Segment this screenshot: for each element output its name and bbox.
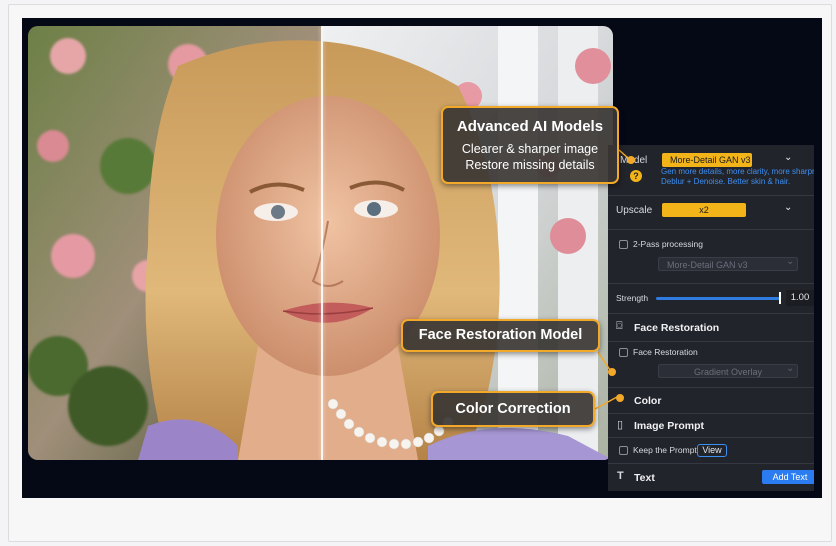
- ai-models-line2: Restore missing details: [465, 158, 595, 172]
- two-pass-checkbox[interactable]: [619, 240, 628, 249]
- face-restoration-callout: Face Restoration Model: [401, 319, 600, 352]
- divider: [608, 283, 814, 284]
- model-select[interactable]: More-Detail GAN v3: [662, 153, 752, 167]
- face-restoration-header[interactable]: Face Restoration: [634, 322, 719, 334]
- view-button[interactable]: View: [697, 444, 727, 457]
- document-icon: ▯: [617, 419, 624, 431]
- upscale-label: Upscale: [616, 205, 653, 216]
- chevron-down-icon[interactable]: ⌄: [786, 363, 794, 374]
- color-correction-callout: Color Correction: [431, 391, 595, 427]
- chevron-down-icon[interactable]: ⌄: [786, 256, 794, 267]
- face-restoration-checkbox[interactable]: [619, 348, 628, 357]
- divider: [608, 387, 814, 388]
- divider: [608, 437, 814, 438]
- text-header[interactable]: Text: [634, 472, 655, 484]
- face-model-select[interactable]: Gradient Overlay: [658, 364, 798, 378]
- ai-models-line1: Clearer & sharper image: [461, 142, 599, 156]
- divider: [608, 341, 814, 342]
- text-icon: T: [617, 470, 624, 482]
- chevron-down-icon[interactable]: ⌄: [784, 202, 792, 213]
- color-header[interactable]: Color: [634, 395, 661, 407]
- model-hint-line1: Gen more details, more clarity, more sha…: [661, 167, 814, 176]
- callout-dot: [627, 156, 635, 164]
- help-icon[interactable]: ?: [630, 170, 642, 182]
- callout-dot: [616, 394, 624, 402]
- face-restoration-label: Face Restoration: [633, 347, 698, 357]
- divider: [608, 413, 814, 414]
- comparison-divider[interactable]: [321, 26, 323, 460]
- ai-models-title: Advanced AI Models: [456, 118, 604, 135]
- divider: [608, 229, 814, 230]
- chevron-down-icon[interactable]: ⌄: [784, 152, 792, 163]
- keep-prompt-label: Keep the Prompt: [633, 445, 697, 455]
- strength-label: Strength: [616, 293, 649, 303]
- image-prompt-header[interactable]: Image Prompt: [634, 420, 704, 432]
- strength-value[interactable]: 1.00: [786, 290, 814, 306]
- strength-slider-thumb[interactable]: [779, 292, 781, 304]
- keep-prompt-checkbox[interactable]: [619, 446, 628, 455]
- divider: [608, 195, 814, 196]
- add-text-button[interactable]: Add Text: [762, 470, 814, 484]
- model-hint-line2: Deblur + Denoise. Better skin & hair.: [661, 177, 791, 186]
- divider: [608, 463, 814, 464]
- face-scan-icon: ⌼: [616, 320, 623, 332]
- two-pass-label: 2-Pass processing: [633, 239, 703, 249]
- callout-dot: [608, 368, 616, 376]
- strength-slider[interactable]: [656, 297, 780, 300]
- model-hint: Gen more details, more clarity, more sha…: [661, 167, 814, 187]
- divider: [608, 313, 814, 314]
- ai-models-callout: Advanced AI Models Clearer & sharper ima…: [441, 106, 619, 184]
- two-pass-model-select[interactable]: More-Detail GAN v3: [658, 257, 798, 271]
- upscale-select[interactable]: x2: [662, 203, 746, 217]
- settings-panel: Model More-Detail GAN v3 ⌄ ? Gen more de…: [608, 145, 814, 491]
